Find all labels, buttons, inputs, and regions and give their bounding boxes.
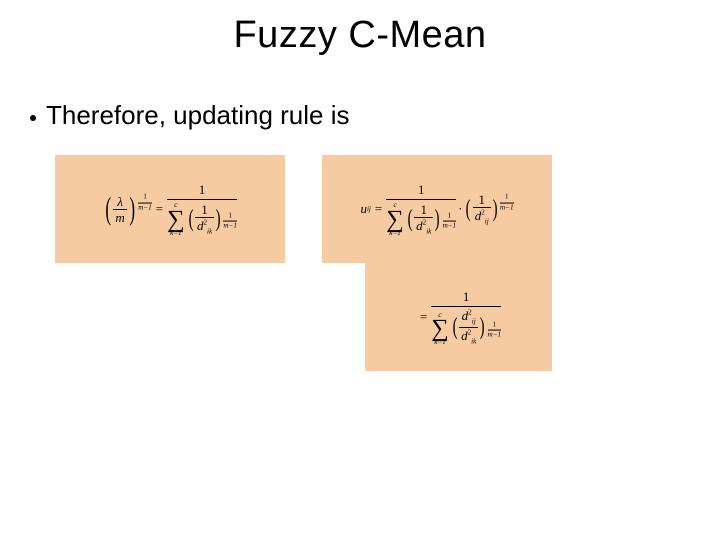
bullet-text: Therefore, updating rule is xyxy=(46,100,350,131)
dot-multiply-icon: · xyxy=(458,201,462,217)
ij-sub-3: ij xyxy=(472,317,476,325)
sum-lower-k-2: k=1 xyxy=(389,230,401,236)
numerator-one-2: 1 xyxy=(418,182,425,199)
exp-den: m−1 xyxy=(138,204,152,211)
ik-sub: ik xyxy=(207,228,212,236)
equation-2: uij = 1 c ∑ k=1 ( 1 xyxy=(322,155,552,263)
exp-num-5: 1 xyxy=(493,322,497,329)
equals-sign-3: = xyxy=(420,309,427,325)
exp-num-4: 1 xyxy=(505,194,509,201)
sigma-icon-2: ∑ xyxy=(386,209,404,230)
m-symbol: m xyxy=(113,211,126,224)
equation-3: = 1 c ∑ k=1 ( d2ij d2ik xyxy=(365,263,552,371)
ik-sub-3: ik xyxy=(471,337,476,345)
exp-den-2: m−1 xyxy=(223,222,237,229)
formula-box-uij-bottom: = 1 c ∑ k=1 ( d2ij d2ik xyxy=(365,263,552,371)
bullet-dot-icon xyxy=(30,115,36,121)
ik-sub-2: ik xyxy=(426,228,431,236)
exp-den-4: m−1 xyxy=(500,204,514,211)
sigma-icon: ∑ xyxy=(167,209,185,230)
bullet-item: Therefore, updating rule is xyxy=(30,100,350,131)
ij-sub-2: ij xyxy=(485,217,489,225)
equation-1: ( λ m ) 1 m−1 = 1 xyxy=(55,155,285,263)
one-over-3: 1 xyxy=(476,193,487,206)
ij-sub: ij xyxy=(367,205,371,213)
exp-den-5: m−1 xyxy=(488,332,502,339)
exp-num-3: 1 xyxy=(448,212,452,219)
exp-den-3: m−1 xyxy=(443,222,457,229)
sum-lower-k-3: k=1 xyxy=(434,339,446,345)
numerator-one-3: 1 xyxy=(463,289,470,306)
one-over: 1 xyxy=(199,203,210,216)
equals-sign: = xyxy=(156,201,163,217)
sum-lower-k: k=1 xyxy=(170,230,182,236)
sigma-icon-3: ∑ xyxy=(431,318,449,339)
exp-num: 1 xyxy=(143,194,147,201)
exp-num-2: 1 xyxy=(228,212,232,219)
formula-box-uij-top: uij = 1 c ∑ k=1 ( 1 xyxy=(322,155,552,263)
slide-title: Fuzzy C-Mean xyxy=(0,14,720,57)
equals-sign-2: = xyxy=(375,201,382,217)
formula-box-lambda: ( λ m ) 1 m−1 = 1 xyxy=(55,155,285,263)
lambda-symbol: λ xyxy=(115,195,125,208)
slide: Fuzzy C-Mean Therefore, updating rule is… xyxy=(0,0,720,540)
one-over-2: 1 xyxy=(418,203,429,216)
numerator-one: 1 xyxy=(199,182,206,199)
